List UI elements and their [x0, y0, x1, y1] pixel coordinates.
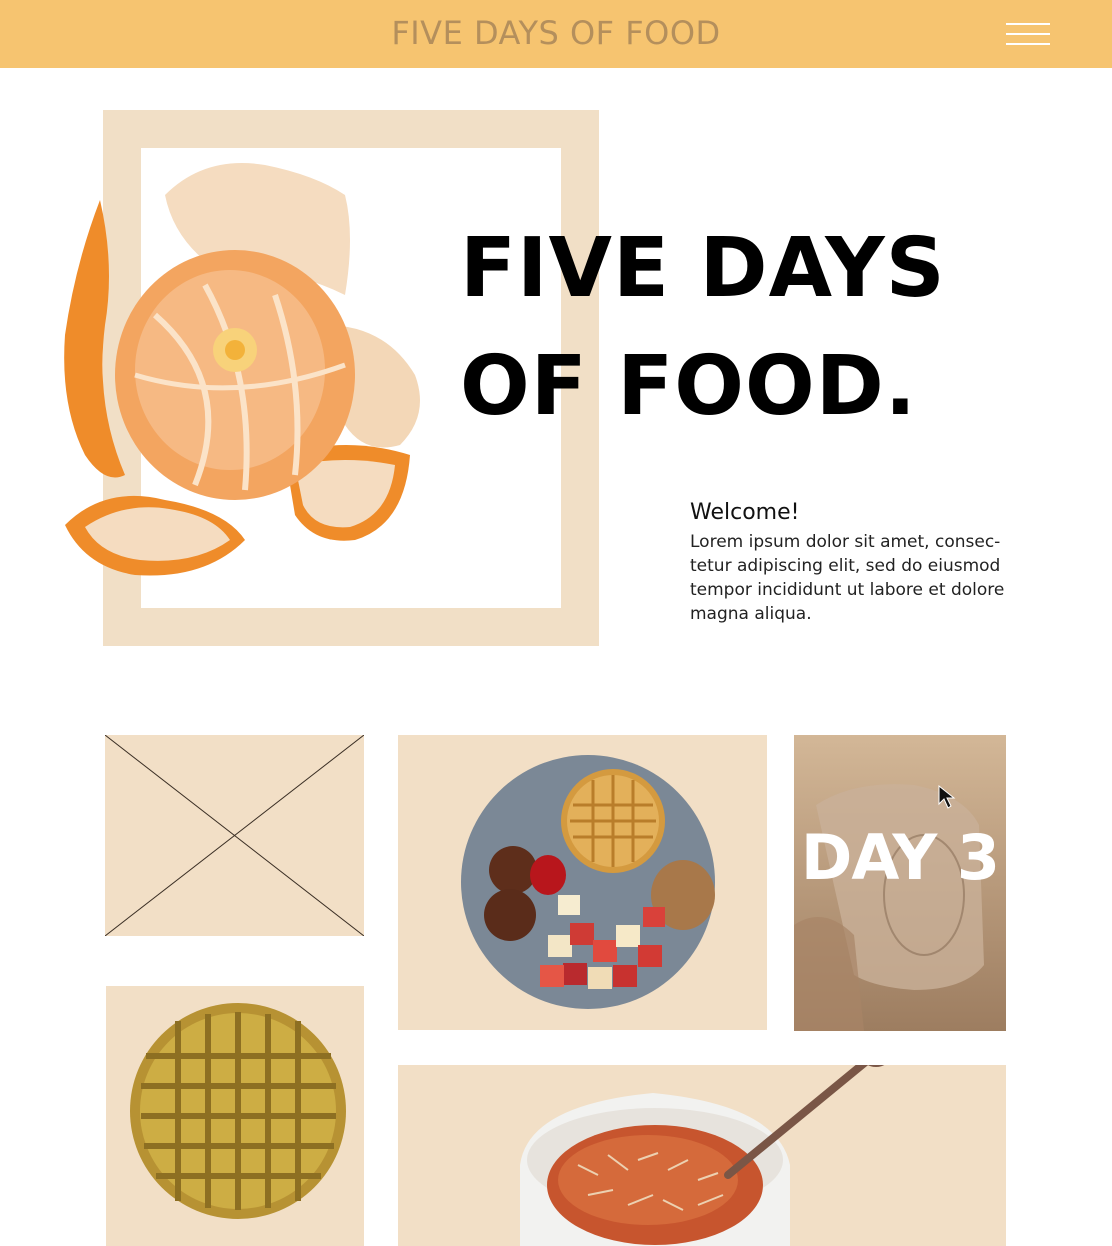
waffle-illustration: [130, 1003, 346, 1219]
gallery-tile-waffle[interactable]: [106, 986, 364, 1246]
pasta-bowl-illustration: [520, 1065, 885, 1246]
welcome-heading: Welcome!: [690, 500, 800, 525]
mouse-pointer-icon: [938, 784, 956, 809]
gallery-tile-placeholder[interactable]: [105, 735, 364, 936]
day-label: DAY 3: [800, 821, 1000, 894]
gallery-tile-day-3[interactable]: DAY 3: [794, 735, 1006, 1031]
site-brand[interactable]: FIVE DAYS OF FOOD: [0, 14, 1112, 52]
gallery-tile-breakfast[interactable]: [398, 735, 767, 1030]
hero-title: FIVE DAYS OF FOOD.: [460, 221, 946, 434]
breakfast-plate-illustration: [461, 755, 715, 1009]
image-placeholder-icon: [105, 735, 364, 936]
hamburger-menu-icon[interactable]: [1002, 20, 1054, 48]
welcome-text: Lorem ipsum dolor sit amet, consec-tetur…: [690, 532, 1005, 624]
peeled-orange-illustration: [64, 163, 420, 576]
top-nav-bar: FIVE DAYS OF FOOD: [0, 0, 1112, 68]
gallery-tile-pasta[interactable]: [398, 1065, 1006, 1246]
